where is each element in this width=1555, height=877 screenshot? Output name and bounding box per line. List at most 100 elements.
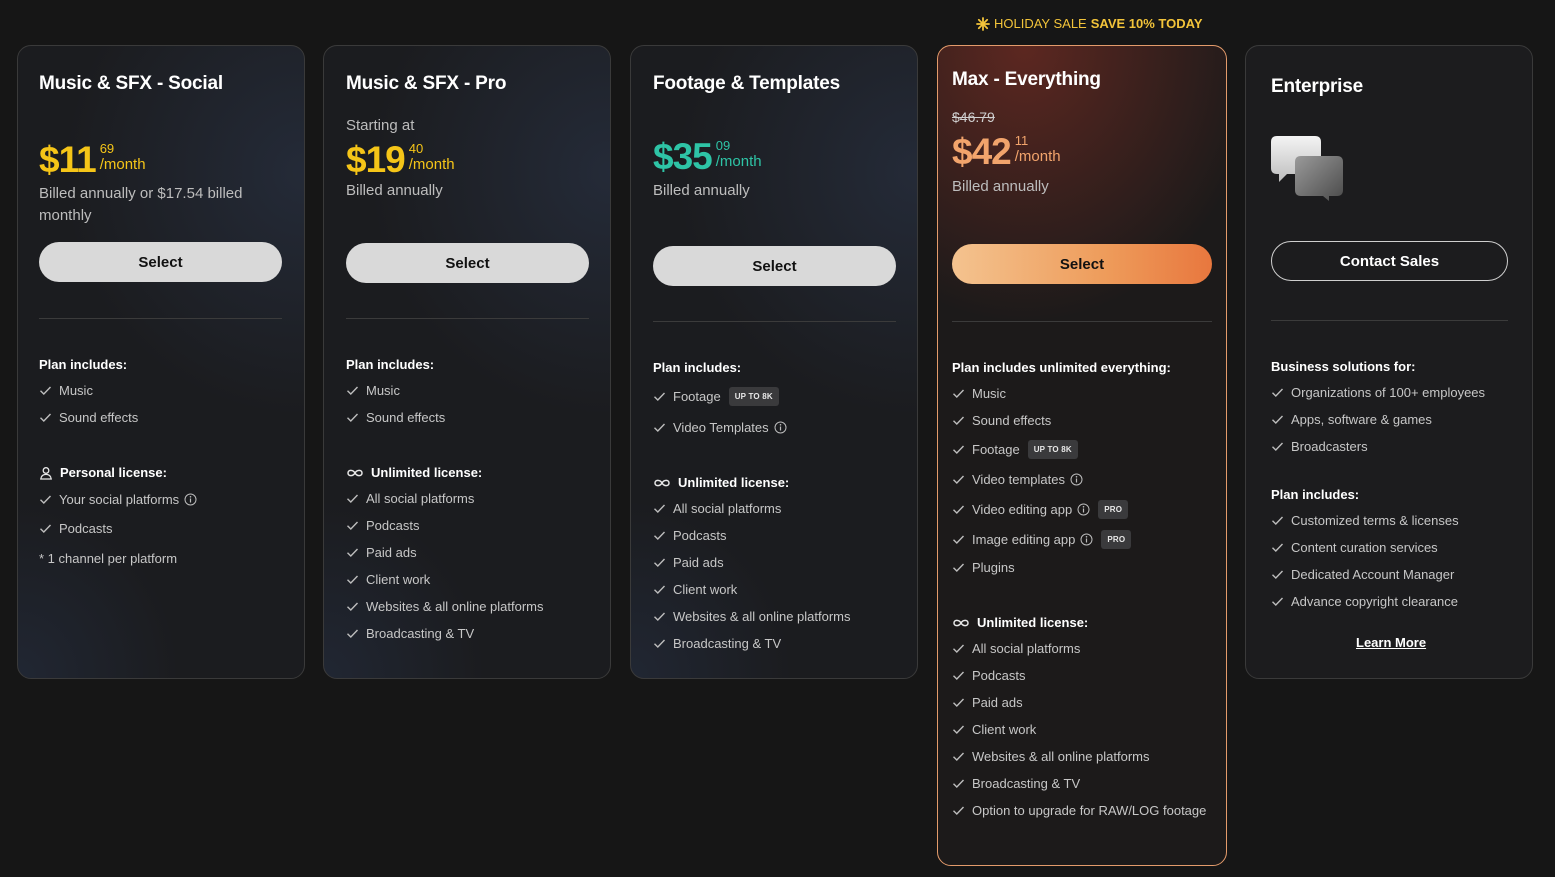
check-icon bbox=[1271, 386, 1284, 399]
check-icon bbox=[346, 519, 359, 532]
price-cents: 69 bbox=[99, 141, 115, 156]
plan-includes-heading: Plan includes: bbox=[653, 360, 742, 375]
up-to-8k-badge: UP TO 8K bbox=[728, 387, 779, 406]
pro-badge: PRO bbox=[1101, 529, 1132, 549]
check-icon bbox=[1271, 541, 1284, 554]
includes-list: Customized terms & licenses Content cura… bbox=[1271, 507, 1459, 615]
plan-includes-heading: Plan includes: bbox=[346, 357, 435, 372]
select-button[interactable]: Select bbox=[39, 242, 282, 282]
check-icon bbox=[1271, 514, 1284, 527]
check-icon bbox=[346, 546, 359, 559]
list-item: All social platforms bbox=[952, 635, 1206, 662]
list-item: Paid ads bbox=[346, 539, 544, 566]
list-item: Organizations of 100+ employees bbox=[1271, 379, 1485, 406]
channel-note: * 1 channel per platform bbox=[39, 551, 178, 566]
plan-price: $11 69 /month bbox=[39, 141, 146, 178]
list-item: Client work bbox=[952, 716, 1206, 743]
plan-card-footage: Footage & Templates $35 09 /month Billed… bbox=[630, 45, 918, 679]
check-icon bbox=[1271, 440, 1284, 453]
list-item: Image editing app PRO bbox=[952, 524, 1132, 554]
infinity-icon bbox=[346, 468, 364, 478]
list-item: Video templates bbox=[952, 465, 1131, 494]
list-item: Paid ads bbox=[952, 689, 1206, 716]
divider bbox=[653, 321, 896, 322]
plan-includes-heading: Plan includes: bbox=[39, 357, 128, 372]
divider bbox=[1271, 320, 1508, 321]
list-item: Sound effects bbox=[39, 404, 138, 431]
info-icon[interactable] bbox=[184, 493, 197, 506]
infinity-icon bbox=[653, 478, 671, 488]
list-item: Footage UP TO 8K bbox=[952, 434, 1131, 465]
list-item: Client work bbox=[653, 576, 851, 603]
select-button[interactable]: Select bbox=[653, 246, 896, 286]
check-icon bbox=[39, 493, 52, 506]
list-item: Dedicated Account Manager bbox=[1271, 561, 1459, 588]
banner-highlight: SAVE 10% TODAY bbox=[1090, 16, 1203, 31]
chat-bubbles-icon bbox=[1271, 134, 1345, 207]
plan-title: Music & SFX - Pro bbox=[346, 73, 507, 94]
check-icon bbox=[39, 522, 52, 535]
check-icon bbox=[952, 503, 965, 516]
license-list: All social platforms Podcasts Paid ads C… bbox=[346, 485, 544, 647]
check-icon bbox=[952, 414, 965, 427]
plan-includes-heading: Plan includes: bbox=[1271, 487, 1360, 502]
list-item: Paid ads bbox=[653, 549, 851, 576]
includes-list: Music Sound effects bbox=[346, 377, 445, 431]
plan-title: Footage & Templates bbox=[653, 73, 840, 94]
learn-more-link[interactable]: Learn More bbox=[1356, 635, 1426, 650]
price-period: /month bbox=[715, 153, 762, 170]
list-item: Broadcasting & TV bbox=[653, 630, 851, 657]
starting-at-label: Starting at bbox=[346, 117, 415, 134]
list-item: Podcasts bbox=[653, 522, 851, 549]
billing-note: Billed annually bbox=[346, 182, 443, 199]
unlimited-license-heading: Unlimited license: bbox=[653, 475, 789, 490]
plan-card-max: Max - Everything $46.79 $42 11 /month Bi… bbox=[937, 45, 1227, 866]
plan-price: $35 09 /month bbox=[653, 138, 762, 175]
list-item: Podcasts bbox=[346, 512, 544, 539]
plan-card-social: Music & SFX - Social $11 69 /month Bille… bbox=[17, 45, 305, 679]
list-item: Apps, software & games bbox=[1271, 406, 1485, 433]
check-icon bbox=[346, 600, 359, 613]
list-item: Websites & all online platforms bbox=[653, 603, 851, 630]
check-icon bbox=[653, 583, 666, 596]
divider bbox=[346, 318, 589, 319]
info-icon[interactable] bbox=[1070, 473, 1083, 486]
sparkle-icon bbox=[976, 16, 990, 31]
list-item: Footage UP TO 8K bbox=[653, 381, 787, 412]
check-icon bbox=[952, 777, 965, 790]
license-list: Your social platforms Podcasts bbox=[39, 485, 197, 543]
info-icon[interactable] bbox=[774, 421, 787, 434]
list-item: Video Templates bbox=[653, 412, 787, 443]
plan-title: Music & SFX - Social bbox=[39, 73, 223, 94]
list-item: Video editing app PRO bbox=[952, 494, 1131, 524]
info-icon[interactable] bbox=[1080, 533, 1093, 546]
list-item: Websites & all online platforms bbox=[952, 743, 1206, 770]
price-period: /month bbox=[1014, 148, 1061, 165]
includes-list: Music Sound effects bbox=[39, 377, 138, 431]
list-item: Advance copyright clearance bbox=[1271, 588, 1459, 615]
plan-title: Max - Everything bbox=[952, 69, 1101, 90]
check-icon bbox=[653, 529, 666, 542]
check-icon bbox=[653, 390, 666, 403]
plan-price: $42 11 /month bbox=[952, 133, 1061, 170]
info-icon[interactable] bbox=[1077, 503, 1090, 516]
price-cents: 09 bbox=[715, 138, 731, 153]
plan-title: Enterprise bbox=[1271, 76, 1363, 97]
license-list: All social platforms Podcasts Paid ads C… bbox=[952, 635, 1206, 824]
select-button[interactable]: Select bbox=[952, 244, 1212, 284]
list-item: Option to upgrade for RAW/LOG footage bbox=[952, 797, 1206, 824]
price-cents: 11 bbox=[1014, 133, 1029, 148]
check-icon bbox=[653, 610, 666, 623]
list-item: Your social platforms bbox=[39, 485, 197, 514]
check-icon bbox=[952, 669, 965, 682]
check-icon bbox=[952, 696, 965, 709]
original-price: $46.79 bbox=[952, 109, 995, 125]
select-button[interactable]: Select bbox=[346, 243, 589, 283]
divider bbox=[39, 318, 282, 319]
contact-sales-button[interactable]: Contact Sales bbox=[1271, 241, 1508, 281]
list-item: Plugins bbox=[952, 554, 1131, 581]
list-item: Podcasts bbox=[952, 662, 1206, 689]
price-amount: $19 bbox=[346, 139, 406, 180]
check-icon bbox=[346, 573, 359, 586]
check-icon bbox=[653, 502, 666, 515]
